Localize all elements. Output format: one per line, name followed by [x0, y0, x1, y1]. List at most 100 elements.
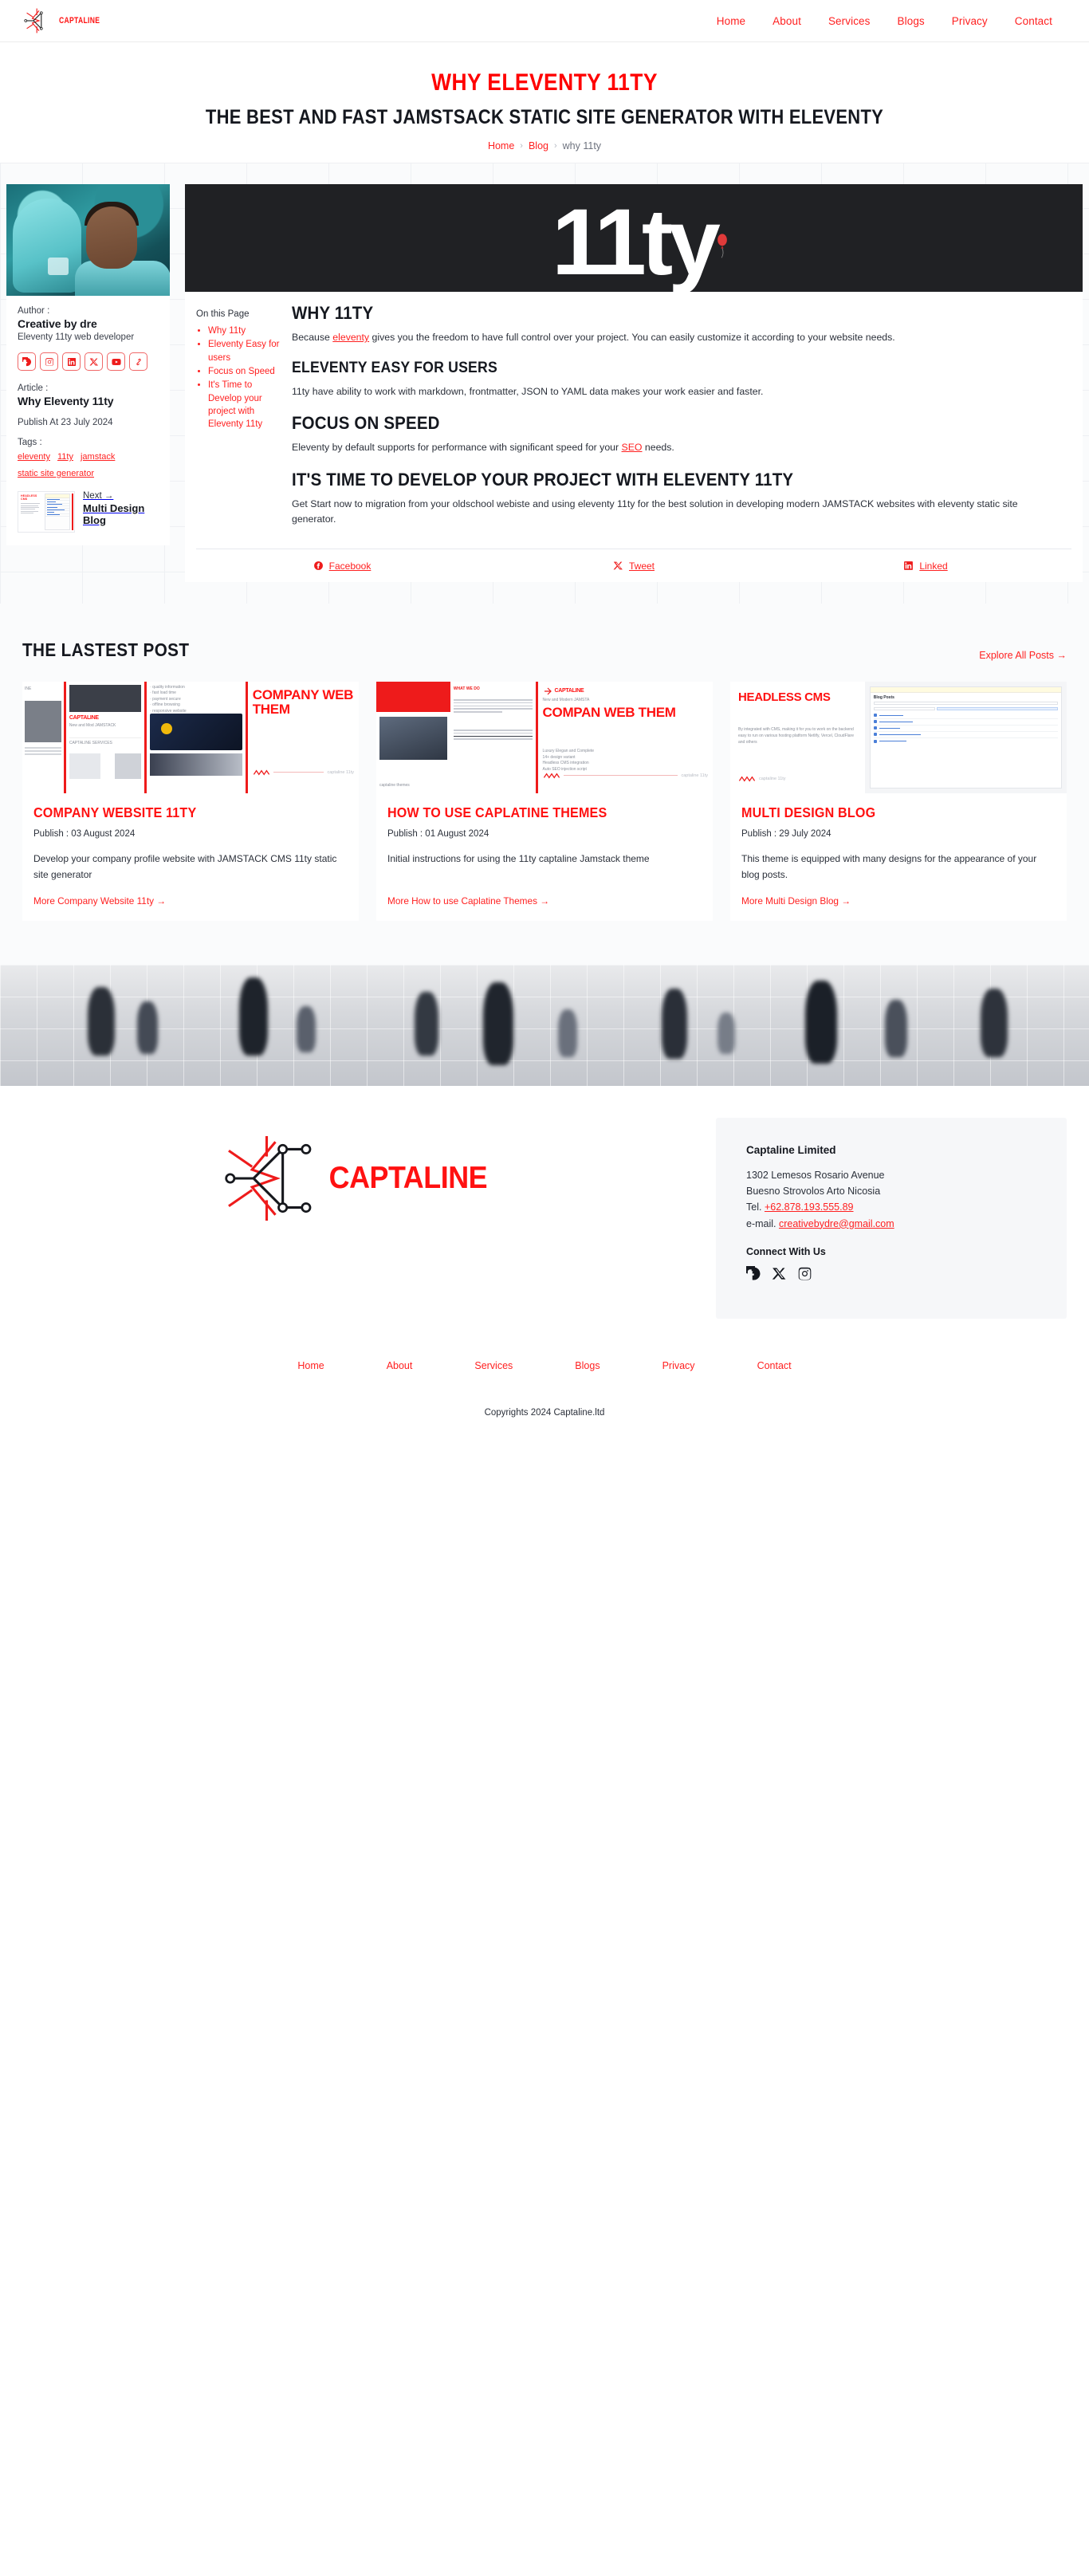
footer-wordmark: CAPTALINE — [328, 1160, 488, 1195]
share-label: Linked — [919, 560, 948, 572]
thumb-sub: Blog Posts — [873, 694, 894, 700]
toc-item[interactable]: Focus on Speed — [208, 365, 281, 378]
post-date: Publish : 03 August 2024 — [33, 829, 136, 840]
latest-posts-title: THE LASTEST POST — [22, 639, 190, 660]
paragraph-text: gives you the freedom to have full contr… — [369, 332, 895, 344]
publish-date: Publish At 23 July 2024 — [18, 418, 113, 427]
post-date: Publish : 29 July 2024 — [741, 829, 831, 840]
next-label: Next → — [83, 491, 114, 501]
section-heading: WHY 11TY — [292, 303, 374, 323]
section-heading: FOCUS ON SPEED — [292, 412, 440, 433]
instagram-icon[interactable] — [40, 352, 58, 371]
article-title: Why Eleventy 11ty — [18, 395, 114, 407]
post-description: Develop your company profile website wit… — [33, 853, 337, 880]
site-header: CAPTALINE Home About Services Blogs Priv… — [0, 0, 1089, 42]
youtube-icon[interactable] — [107, 352, 125, 371]
next-title: Multi Design Blog — [83, 502, 145, 526]
next-post-link[interactable]: HEADLESS CMS Next → Multi Design Blog — [18, 491, 159, 533]
nav-item-about[interactable]: About — [773, 15, 801, 27]
toc-item-label: Why 11ty — [208, 326, 246, 336]
article-label: Article : — [18, 383, 49, 393]
captaline-logo-icon — [220, 1127, 322, 1229]
toc-item[interactable]: It's Time to Develop your project with E… — [208, 379, 281, 431]
breadcrumb-blog[interactable]: Blog — [529, 140, 548, 151]
section-paragraph: Get Start now to migration from your old… — [292, 498, 1018, 525]
breadcrumb-current: why 11ty — [562, 140, 602, 151]
link-icon[interactable] — [129, 352, 147, 371]
nav-item-privacy[interactable]: Privacy — [952, 15, 988, 27]
email-label: e-mail. — [746, 1217, 779, 1229]
post-card[interactable]: HEADLESS CMS By integrated with CMS, mak… — [730, 681, 1067, 921]
article-hero-text: 11ty — [552, 190, 721, 292]
nav-item-home[interactable]: Home — [717, 15, 745, 27]
thumb-heading: COMPANY WEB THEM — [252, 686, 354, 717]
footer-nav-contact[interactable]: Contact — [757, 1360, 792, 1371]
brand-logo[interactable]: CAPTALINE — [22, 5, 112, 37]
post-thumbnail: INE CAPTALINE New and Mod JAMSTACK CAPTA… — [22, 681, 359, 793]
facebook-icon[interactable] — [742, 1260, 761, 1285]
telephone-label: Tel. — [746, 1201, 765, 1213]
footer-nav-services[interactable]: Services — [474, 1360, 513, 1371]
x-twitter-icon[interactable] — [772, 1266, 787, 1285]
nav-item-services[interactable]: Services — [828, 15, 871, 27]
copyright-text: Copyrights 2024 Captaline.ltd — [484, 1407, 605, 1418]
thumb-sub: New and Modern JAMSTA — [542, 697, 590, 702]
page-root: CAPTALINE Home About Services Blogs Priv… — [0, 0, 1089, 1435]
footer-nav-blogs[interactable]: Blogs — [575, 1360, 600, 1371]
tag-item[interactable]: static site generator — [18, 469, 94, 478]
section-paragraph: Because eleventy gives you the freedom t… — [292, 330, 1062, 345]
tag-item[interactable]: eleventy — [18, 452, 50, 462]
address-line-1: 1302 Lemesos Rosario Avenue — [746, 1169, 885, 1181]
decorative-photo-band — [0, 964, 1089, 1086]
facebook-icon[interactable] — [18, 352, 36, 371]
inline-link-seo[interactable]: SEO — [622, 442, 643, 453]
email-link[interactable]: creativebydre@gmail.com — [779, 1218, 894, 1229]
tag-item[interactable]: 11ty — [57, 452, 73, 462]
share-label: Facebook — [328, 560, 372, 572]
thumb-heading: HEADLESS CMS — [738, 690, 831, 704]
nav-item-contact[interactable]: Contact — [1015, 15, 1052, 27]
nav-item-blogs[interactable]: Blogs — [898, 15, 925, 27]
post-card[interactable]: captaline themes WHAT WE DO CAPTALINE Ne… — [376, 681, 713, 921]
linkedin-icon[interactable] — [62, 352, 81, 371]
post-more-link[interactable]: More Company Website 11ty → — [33, 895, 348, 907]
hero-section: WHY ELEVENTY 11TY THE BEST AND FAST JAMS… — [0, 42, 1089, 163]
toc-item-label: It's Time to Develop your project with E… — [208, 380, 263, 430]
inline-link-eleventy[interactable]: eleventy — [332, 332, 369, 343]
share-facebook-button[interactable]: Facebook — [196, 560, 488, 572]
toc-item-label: Focus on Speed — [208, 366, 275, 376]
article-panel: 11ty On this Page Why 11ty Eleventy Easy… — [185, 184, 1083, 582]
post-card[interactable]: INE CAPTALINE New and Mod JAMSTACK CAPTA… — [22, 681, 359, 921]
toc-item[interactable]: Why 11ty — [208, 324, 281, 337]
breadcrumb-separator: › — [520, 141, 523, 151]
post-more-link[interactable]: More How to use Caplatine Themes → — [387, 895, 702, 907]
post-more-link[interactable]: More Multi Design Blog → — [741, 895, 1056, 907]
instagram-icon[interactable] — [797, 1266, 812, 1285]
page-subtitle: THE BEST AND FAST JAMSTSACK STATIC SITE … — [205, 106, 884, 128]
footer-nav-home[interactable]: Home — [297, 1360, 324, 1371]
post-thumbnail: HEADLESS CMS By integrated with CMS, mak… — [730, 681, 1067, 793]
share-tweet-button[interactable]: Tweet — [488, 560, 780, 572]
post-title: HOW TO USE CAPLATINE THEMES — [387, 804, 607, 820]
footer-nav-about[interactable]: About — [387, 1360, 413, 1371]
linkedin-icon — [904, 561, 914, 571]
explore-all-posts-link[interactable]: Explore All Posts → — [979, 650, 1067, 661]
x-twitter-icon — [613, 561, 623, 570]
tag-item[interactable]: jamstack — [81, 452, 115, 462]
x-twitter-icon[interactable] — [85, 352, 103, 371]
content-band: Author : Creative by dre Eleventy 11ty w… — [0, 163, 1089, 604]
author-social-links — [18, 352, 159, 371]
footer-contact-panel: Captaline Limited 1302 Lemesos Rosario A… — [716, 1117, 1067, 1319]
share-linkedin-button[interactable]: Linked — [780, 560, 1071, 572]
thumb-brand: CAPTALINE — [554, 688, 584, 694]
breadcrumb-home[interactable]: Home — [488, 140, 514, 151]
share-label: Tweet — [628, 560, 655, 572]
toc-item-label: Eleventy Easy for users — [208, 340, 280, 363]
latest-posts-section: THE LASTEST POST Explore All Posts → INE — [0, 603, 1089, 965]
footer-nav-privacy[interactable]: Privacy — [662, 1360, 695, 1371]
toc-item[interactable]: Eleventy Easy for users — [208, 338, 281, 364]
telephone-link[interactable]: +62.878.193.555.89 — [765, 1201, 854, 1213]
section-heading: ELEVENTY EASY FOR USERS — [292, 359, 497, 376]
footer-social-links — [742, 1260, 1036, 1285]
telephone-row: Tel. +62.878.193.555.89 — [746, 1199, 1036, 1215]
